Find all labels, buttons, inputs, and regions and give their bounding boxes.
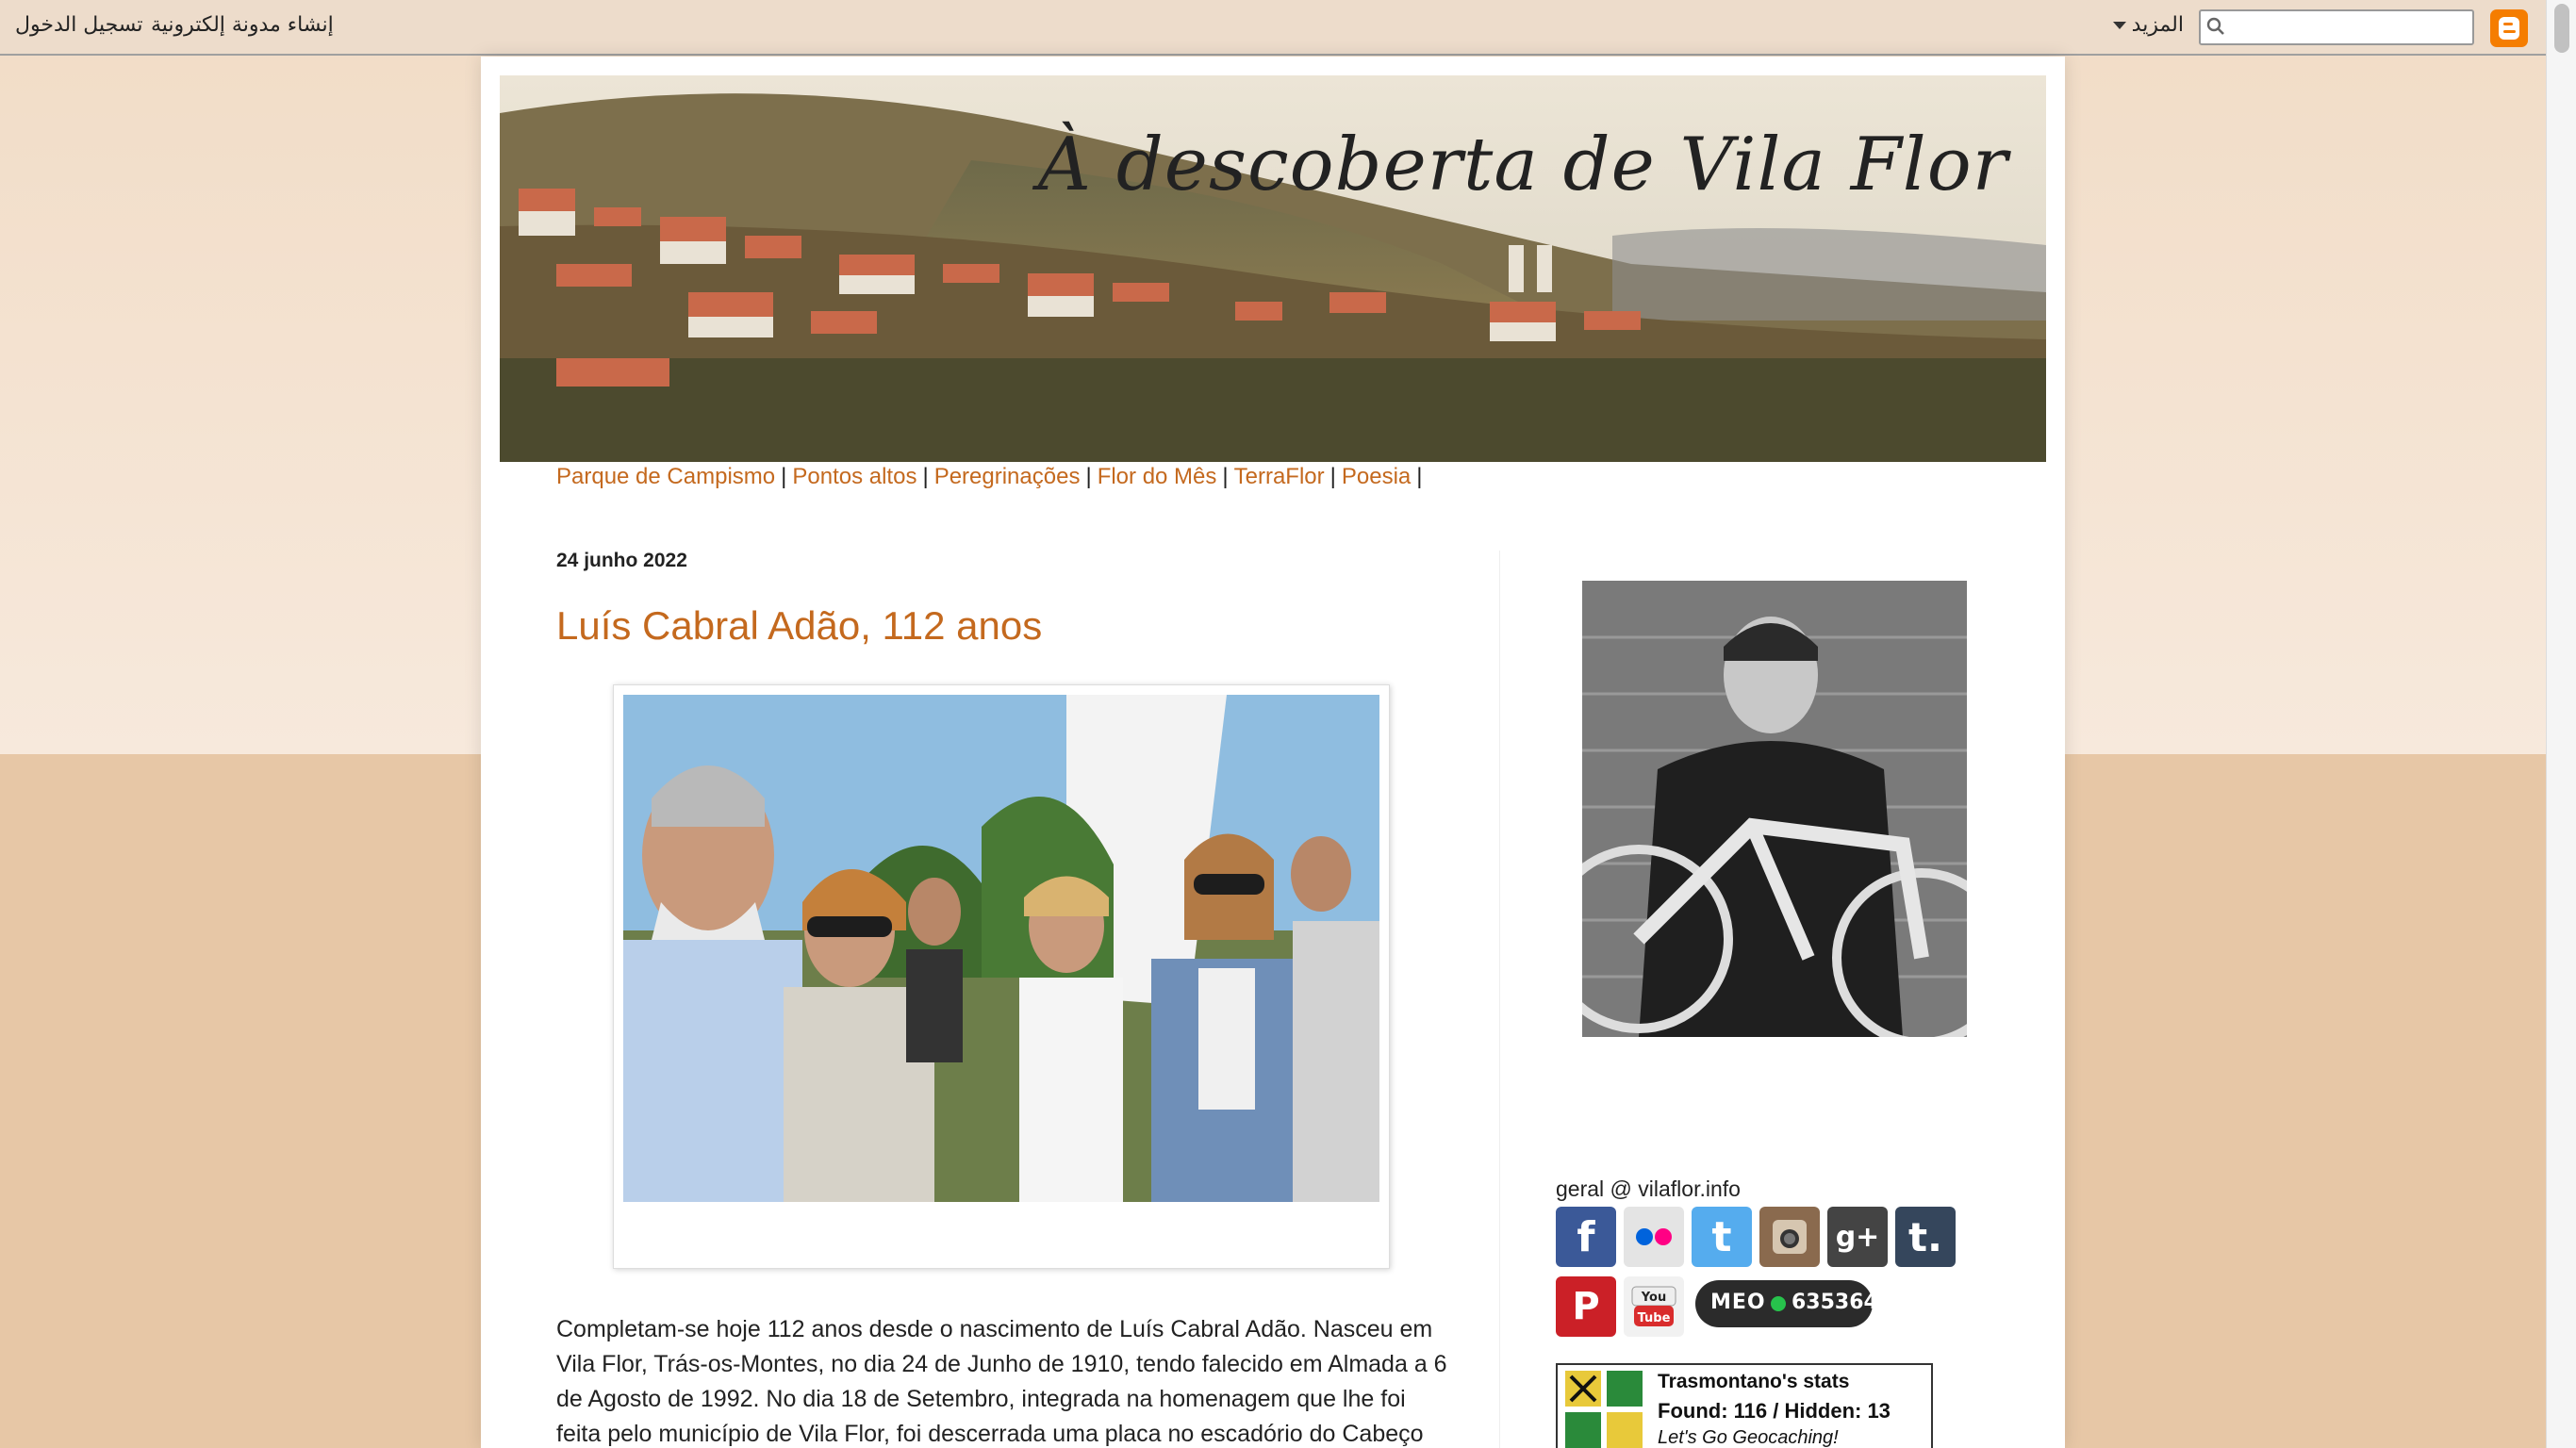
blogger-logo-button[interactable] [2490,9,2528,47]
tab-poesia[interactable]: Poesia [1342,464,1411,489]
flickr-icon[interactable] [1624,1207,1684,1267]
tab-separator: | [1085,464,1092,489]
photo-watermark: Vila Flor [1263,1209,1366,1241]
page-tabs: Parque de Campismo | Pontos altos | Peregrin… [556,464,1428,490]
post-photo: http://descobrir-vilaflor.blogspot.pt Vi… [623,695,1379,1259]
search-box[interactable] [2199,9,2474,45]
post-body: Completam-se hoje 112 anos desde o nasci… [556,1316,1447,1447]
online-status-dot [1771,1296,1786,1311]
blog-content: À descoberta de Vila Flor Parque de Camp… [481,57,2065,1448]
visit-count: 635364 [1792,1291,1878,1314]
more-menu[interactable]: المزيد [2112,13,2184,37]
profile-picture [1582,581,1967,1037]
caret-down-icon [2112,22,2126,29]
tab-separator: | [781,464,787,489]
photo-url-text: http://descobrir-vilaflor.blogspot.pt [1216,1243,1372,1255]
blogger-navbar: تسجيل الدخول إنشاء مدونة إلكترونية المزي… [0,0,2546,56]
facebook-icon[interactable]: f [1556,1207,1616,1267]
instagram-icon[interactable] [1759,1207,1820,1267]
tab-separator: | [1329,464,1336,489]
blog-title: À descoberta de Vila Flor [1037,123,2008,207]
meo-counter[interactable]: MEO 635364 [1695,1280,1878,1327]
google-plus-icon[interactable]: g+ [1827,1207,1888,1267]
geocaching-tagline: Let's Go Geocaching! [1658,1427,1839,1448]
tab-separator: | [922,464,929,489]
geocaching-badge[interactable]: Trasmontano's stats Found: 116 / Hidden:… [1556,1363,1933,1448]
tab-separator: | [1222,464,1229,489]
tab-peregrinacoes[interactable]: Peregrinações [934,464,1081,489]
post-image-frame[interactable]: http://descobrir-vilaflor.blogspot.pt Vi… [613,684,1390,1269]
geocaching-icon [1565,1371,1643,1448]
search-input[interactable] [2233,15,2469,40]
geocaching-stats: Found: 116 / Hidden: 13 [1658,1399,1891,1423]
contact-email[interactable]: geral @ vilaflor.info [1556,1176,1741,1202]
blogger-icon [2499,17,2519,40]
post-date: 24 junho 2022 [556,550,687,571]
group-photo [623,695,1379,1202]
svg-text:You: You [1641,1291,1666,1305]
post-title[interactable]: Luís Cabral Adão, 112 anos [556,603,1042,649]
tumblr-icon[interactable]: t. [1895,1207,1956,1267]
create-blog-link[interactable]: إنشاء مدونة إلكترونية [151,13,334,37]
svg-text:Tube: Tube [1638,1311,1671,1325]
tab-pontos-altos[interactable]: Pontos altos [792,464,916,489]
login-link[interactable]: تسجيل الدخول [15,13,143,37]
scrollbar-thumb[interactable] [2554,4,2569,53]
tab-parque-de-campismo[interactable]: Parque de Campismo [556,464,775,489]
twitter-icon[interactable]: t [1692,1207,1752,1267]
geocaching-title: Trasmontano's stats [1658,1371,1850,1392]
profile-photo [1582,581,1967,1037]
youtube-icon[interactable]: You Tube [1624,1276,1684,1337]
pinterest-icon[interactable]: P [1556,1276,1616,1337]
header-banner[interactable]: À descoberta de Vila Flor [500,75,2046,462]
tab-flor-do-mes[interactable]: Flor do Mês [1098,464,1217,489]
search-icon [2206,17,2224,35]
tab-terraflor[interactable]: TerraFlor [1234,464,1325,489]
meo-logo: MEO [1710,1291,1766,1314]
tab-separator: | [1416,464,1423,489]
more-label: المزيد [2131,13,2184,37]
scrollbar[interactable] [2546,0,2576,1448]
column-divider [1499,551,1500,1448]
